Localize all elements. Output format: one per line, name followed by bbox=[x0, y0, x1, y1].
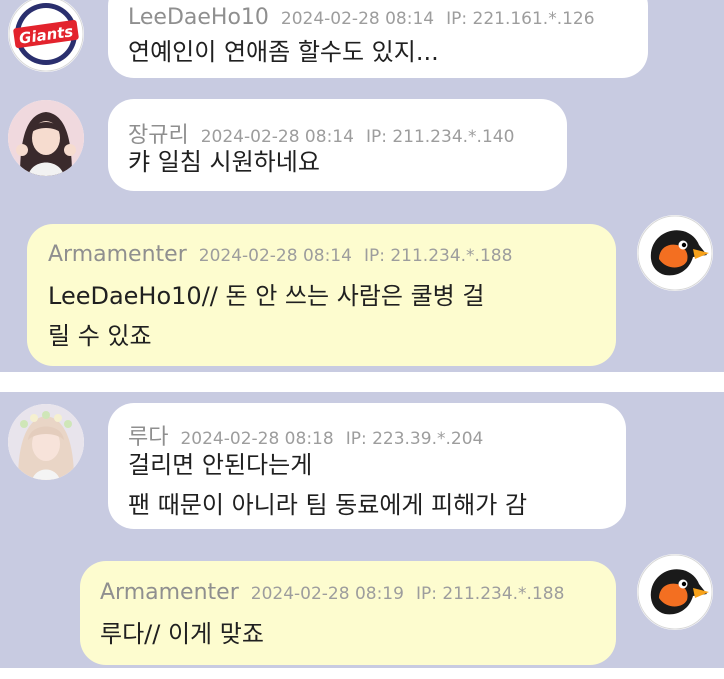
oriole-bird-icon bbox=[637, 554, 713, 630]
comment-text: 루다// 이게 맞죠 bbox=[100, 614, 264, 654]
comment-line: 걸리면 안된다는게 bbox=[128, 451, 313, 479]
giants-logo-icon: Giants bbox=[8, 0, 84, 72]
comment-meta: LeeDaeHo10 2024-02-28 08:14 IP: 221.161.*.… bbox=[128, 5, 595, 30]
comment-meta: Armamenter 2024-02-28 08:14 IP: 211.234.*.… bbox=[48, 242, 512, 267]
comment-meta: Armamenter 2024-02-28 08:19 IP: 211.234.*.… bbox=[100, 580, 564, 605]
comment-line: 루다// 이게 맞죠 bbox=[100, 620, 264, 648]
avatar-orioles[interactable] bbox=[637, 554, 713, 630]
comment-line: 팬 때문이 아니라 팀 동료에게 피해가 감 bbox=[128, 491, 528, 519]
section-divider bbox=[0, 372, 724, 392]
comment-text: 연예인이 연애좀 할수도 있지... bbox=[128, 32, 439, 72]
nickname[interactable]: Armamenter bbox=[48, 242, 187, 267]
ip-address: IP: 211.234.*.188 bbox=[363, 246, 513, 266]
timestamp: 2024-02-28 08:14 bbox=[198, 246, 352, 266]
comment-text: 캬 일침 시원하네요 bbox=[128, 142, 320, 182]
comment-thread-top: Giants LeeDaeHo10 2024-02-28 08:14 IP: 221… bbox=[0, 0, 724, 372]
ip-address: IP: 221.161.*.126 bbox=[446, 9, 595, 29]
avatar-giants[interactable]: Giants bbox=[8, 0, 84, 72]
comment-line: 연예인이 연애좀 할수도 있지... bbox=[128, 38, 439, 66]
comment-thread-bottom: 루다 2024-02-28 08:18 IP: 223.39.*.204 걸리면 안… bbox=[0, 392, 724, 668]
nickname[interactable]: LeeDaeHo10 bbox=[128, 5, 269, 30]
oriole-bird-icon bbox=[637, 215, 713, 291]
avatar-orioles[interactable] bbox=[637, 215, 713, 291]
comment-text: 걸리면 안된다는게 팬 때문이 아니라 팀 동료에게 피해가 감 bbox=[128, 445, 527, 525]
nickname[interactable]: Armamenter bbox=[100, 580, 239, 605]
comment-line: 릴 수 있죠 bbox=[48, 322, 152, 350]
user-photo-icon bbox=[8, 404, 84, 480]
ip-address: IP: 211.234.*.140 bbox=[365, 127, 515, 147]
avatar-user-photo[interactable] bbox=[8, 100, 84, 176]
avatar-user-photo[interactable] bbox=[8, 404, 84, 480]
comment-text: LeeDaeHo10// 돈 안 쓰는 사람은 쿨병 걸 릴 수 있죠 bbox=[48, 276, 484, 356]
comment-line: 캬 일침 시원하네요 bbox=[128, 148, 320, 176]
user-photo-icon bbox=[8, 100, 84, 176]
ip-address: IP: 211.234.*.188 bbox=[415, 584, 565, 604]
timestamp: 2024-02-28 08:19 bbox=[250, 584, 404, 604]
comment-line: LeeDaeHo10// 돈 안 쓰는 사람은 쿨병 걸 bbox=[48, 282, 485, 310]
timestamp: 2024-02-28 08:14 bbox=[280, 9, 435, 29]
